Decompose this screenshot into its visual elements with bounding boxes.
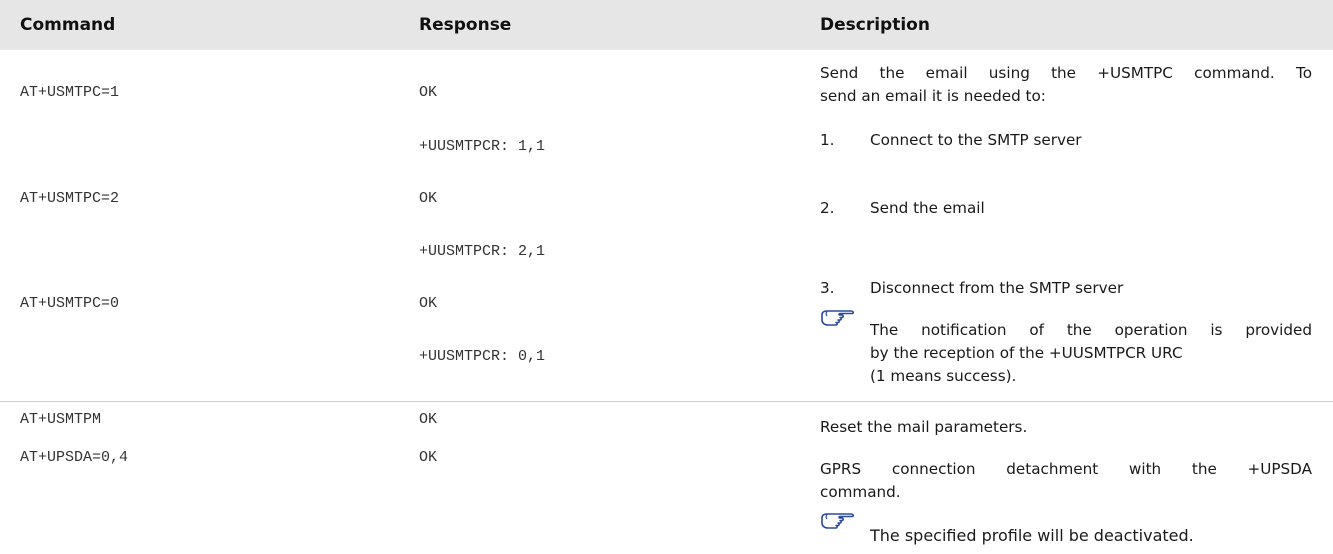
description-line: command.	[820, 483, 901, 501]
description-intro: Send the email using the +USMTPC command…	[820, 62, 1312, 108]
note-line: The notification of the operation is pro…	[870, 321, 1312, 339]
response-cell: +UUSMTPCR: 2,1	[419, 243, 546, 260]
description-line: Send the email using the +USMTPC command…	[820, 64, 1312, 82]
note-text: The specified profile will be deactivate…	[870, 526, 1194, 545]
step-number: 3.	[820, 279, 835, 297]
response-cell: OK	[419, 295, 438, 312]
header-command: Command	[20, 15, 116, 35]
step-number: 2.	[820, 199, 835, 217]
note-line: (1 means success).	[870, 367, 1017, 385]
description-text: Reset the mail parameters.	[820, 418, 1028, 436]
command-cell: AT+USMTPC=2	[20, 190, 120, 207]
response-cell: OK	[419, 190, 438, 207]
pointing-hand-icon	[821, 513, 855, 529]
command-cell: AT+USMTPM	[20, 411, 102, 428]
description-line: GPRS connection detachment with the +UPS…	[820, 460, 1312, 478]
pointing-hand-icon	[821, 310, 855, 326]
table-header: Command Response Description	[0, 0, 1333, 50]
response-cell: OK	[419, 84, 438, 101]
row-divider	[0, 401, 1333, 402]
command-cell: AT+UPSDA=0,4	[20, 449, 129, 466]
header-response: Response	[419, 15, 512, 35]
description-text: GPRS connection detachment with the +UPS…	[820, 458, 1312, 504]
note-line: by the reception of the +UUSMTPCR URC	[870, 344, 1183, 362]
step-text: Disconnect from the SMTP server	[870, 279, 1124, 297]
header-description: Description	[820, 15, 930, 35]
note-text: The notification of the operation is pro…	[870, 319, 1312, 388]
description-line: send an email it is needed to:	[820, 87, 1046, 105]
response-cell: OK	[419, 411, 438, 428]
command-cell: AT+USMTPC=0	[20, 295, 120, 312]
command-cell: AT+USMTPC=1	[20, 84, 120, 101]
step-number: 1.	[820, 131, 835, 149]
step-text: Send the email	[870, 199, 985, 217]
response-cell: OK	[419, 449, 438, 466]
response-cell: +UUSMTPCR: 1,1	[419, 138, 546, 155]
response-cell: +UUSMTPCR: 0,1	[419, 348, 546, 365]
step-text: Connect to the SMTP server	[870, 131, 1082, 149]
